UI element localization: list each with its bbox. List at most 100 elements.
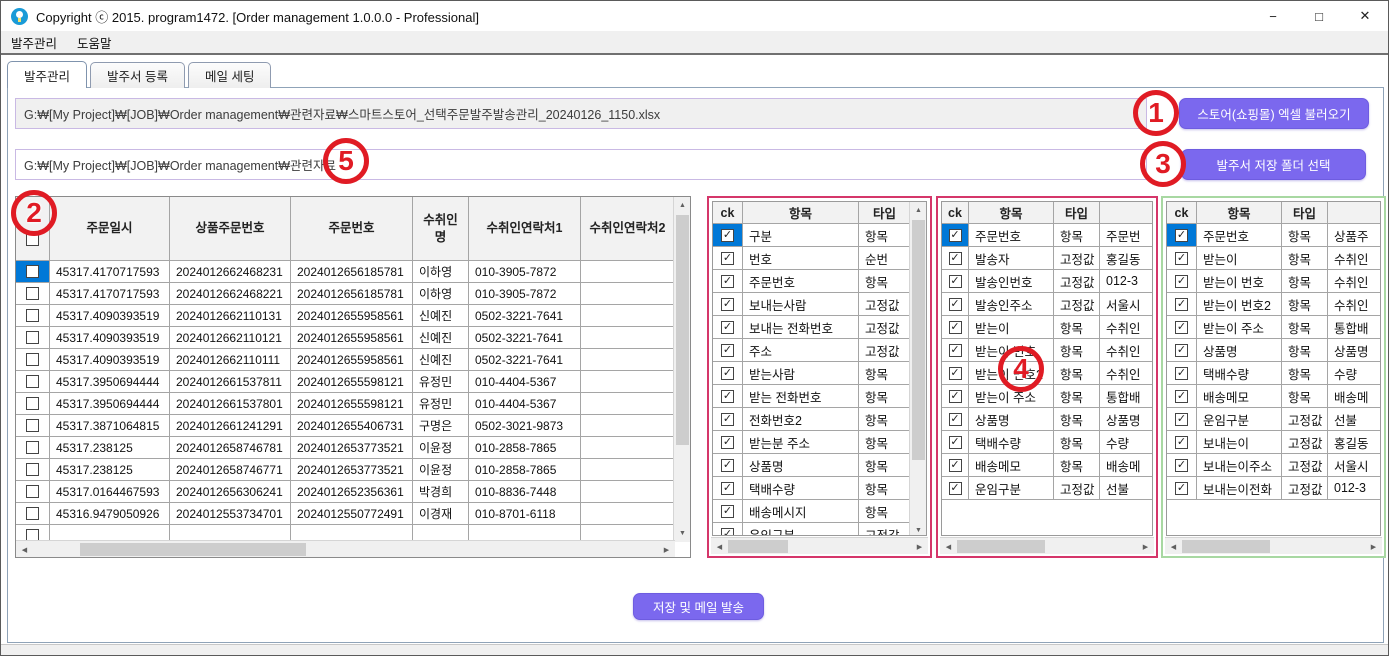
mapping-cell[interactable]: 수량 [1328, 362, 1380, 385]
order-cell[interactable]: 유정민 [413, 393, 469, 415]
checkbox-unchecked[interactable] [26, 441, 39, 454]
checkbox-unchecked[interactable] [26, 375, 39, 388]
mapping-cell[interactable]: 고정값 [1054, 270, 1100, 293]
row-check-cell[interactable] [1167, 224, 1197, 247]
vertical-scrollbar[interactable]: ▲▼ [909, 202, 926, 536]
scroll-up-icon[interactable]: ▲ [674, 197, 691, 214]
mapping-cell[interactable]: 발송자 [969, 247, 1054, 270]
mapping-cell[interactable]: 항목 [1054, 454, 1100, 477]
order-cell[interactable]: 010-3905-7872 [469, 261, 581, 283]
order-cell[interactable]: 45317.3950694444 [50, 393, 170, 415]
order-cell[interactable]: 2024012661537801 [170, 393, 291, 415]
scroll-left-icon[interactable]: ◀ [711, 538, 728, 555]
row-check-cell[interactable] [1167, 293, 1197, 316]
order-cell[interactable]: 2024012655958561 [291, 305, 413, 327]
mapping-cell[interactable]: 주문번호 [969, 224, 1054, 247]
mapping-cell[interactable]: 고정값 [859, 316, 909, 339]
row-check-cell[interactable] [713, 408, 743, 431]
mapping-cell[interactable]: 상품명 [969, 408, 1054, 431]
checkbox-checked[interactable] [1175, 436, 1188, 449]
row-check-cell[interactable] [942, 431, 969, 454]
order-cell[interactable]: 2024012656185781 [291, 261, 413, 283]
checkbox-checked[interactable] [1175, 321, 1188, 334]
mapping-cell[interactable]: 홍길동 [1100, 247, 1152, 270]
tab-order-sheet-register[interactable]: 발주서 등록 [90, 62, 185, 88]
order-cell[interactable]: 45317.0164467593 [50, 481, 170, 503]
checkbox-checked[interactable] [949, 298, 962, 311]
scroll-left-icon[interactable]: ◀ [940, 538, 957, 555]
scroll-right-icon[interactable]: ▶ [1137, 538, 1154, 555]
mapping-cell[interactable]: 전화번호2 [743, 408, 859, 431]
mapping-cell[interactable]: 택배수량 [969, 431, 1054, 454]
order-cell[interactable]: 2024012662110111 [170, 349, 291, 371]
order-cell[interactable]: 2024012655958561 [291, 349, 413, 371]
column-header[interactable]: 타입 [1054, 202, 1100, 224]
mapping-cell[interactable]: 항목 [1054, 385, 1100, 408]
mapping-cell[interactable]: 택배수량 [1197, 362, 1282, 385]
mapping-cell[interactable]: 012-3 [1328, 477, 1380, 500]
checkbox-checked[interactable] [1175, 413, 1188, 426]
column-header[interactable]: 상품주문번호 [170, 197, 291, 261]
checkbox-checked[interactable] [721, 436, 734, 449]
mapping-cell[interactable]: 서울시 [1100, 293, 1152, 316]
row-check-cell[interactable] [942, 385, 969, 408]
mapping-cell[interactable]: 홍길동 [1328, 431, 1380, 454]
maximize-button[interactable]: □ [1296, 1, 1342, 31]
scroll-left-icon[interactable]: ◀ [16, 541, 33, 558]
order-cell[interactable]: 2024012658746781 [170, 437, 291, 459]
order-cell[interactable]: 45317.238125 [50, 437, 170, 459]
minimize-button[interactable]: − [1250, 1, 1296, 31]
mapping-cell[interactable]: 순번 [859, 247, 909, 270]
order-cell[interactable] [581, 261, 673, 283]
row-check-cell[interactable] [1167, 477, 1197, 500]
checkbox-checked[interactable] [1175, 390, 1188, 403]
checkbox-unchecked[interactable] [26, 507, 39, 520]
order-cell[interactable]: 45317.3950694444 [50, 371, 170, 393]
mapping-cell[interactable]: 운임구분 [743, 523, 859, 535]
row-check-cell[interactable] [1167, 431, 1197, 454]
checkbox-checked[interactable] [721, 229, 734, 242]
mapping-cell[interactable]: 항목 [859, 454, 909, 477]
horizontal-scrollbar[interactable]: ◀▶ [16, 540, 675, 557]
order-cell[interactable]: 45317.3871064815 [50, 415, 170, 437]
row-check-cell[interactable] [713, 385, 743, 408]
mapping-cell[interactable]: 상품명 [1328, 339, 1380, 362]
mapping-cell[interactable]: 항목 [1282, 270, 1328, 293]
mapping-cell[interactable]: 고정값 [859, 523, 909, 535]
scrollbar-thumb[interactable] [1182, 540, 1270, 553]
order-cell[interactable]: 2024012652356361 [291, 481, 413, 503]
order-cell[interactable] [581, 393, 673, 415]
row-check-cell[interactable] [942, 316, 969, 339]
checkbox-checked[interactable] [949, 367, 962, 380]
mapping-cell[interactable]: 항목 [859, 270, 909, 293]
mapping-cell[interactable]: 받는이 번호 [969, 339, 1054, 362]
row-check-cell[interactable] [713, 270, 743, 293]
order-cell[interactable]: 0502-3221-7641 [469, 305, 581, 327]
checkbox-checked[interactable] [721, 275, 734, 288]
mapping-cell[interactable]: 배송메시지 [743, 500, 859, 523]
order-cell[interactable] [291, 525, 413, 540]
checkbox-unchecked[interactable] [26, 287, 39, 300]
row-check-cell[interactable] [942, 477, 969, 500]
checkbox-checked[interactable] [949, 321, 962, 334]
order-cell[interactable]: 0502-3021-9873 [469, 415, 581, 437]
order-cell[interactable]: 010-4404-5367 [469, 393, 581, 415]
horizontal-scrollbar[interactable]: ◀▶ [940, 537, 1154, 554]
checkbox-unchecked[interactable] [26, 331, 39, 344]
mapping-cell[interactable]: 수취인 [1328, 293, 1380, 316]
checkbox-checked[interactable] [1175, 275, 1188, 288]
row-check-cell[interactable] [713, 316, 743, 339]
mapping-cell[interactable]: 주문번호 [1197, 224, 1282, 247]
row-check-cell[interactable] [713, 224, 743, 247]
order-cell[interactable]: 010-3905-7872 [469, 283, 581, 305]
mapping-cell[interactable]: 항목 [1282, 224, 1328, 247]
order-cell[interactable]: 2024012655406731 [291, 415, 413, 437]
order-cell[interactable]: 45317.238125 [50, 459, 170, 481]
mapping-cell[interactable]: 항목 [1282, 316, 1328, 339]
mapping-cell[interactable]: 배송메모 [969, 454, 1054, 477]
order-cell[interactable]: 이경재 [413, 503, 469, 525]
checkbox-checked[interactable] [721, 321, 734, 334]
mapping-cell[interactable]: 항목 [1282, 385, 1328, 408]
order-cell[interactable]: 0502-3221-7641 [469, 349, 581, 371]
checkbox-checked[interactable] [949, 275, 962, 288]
